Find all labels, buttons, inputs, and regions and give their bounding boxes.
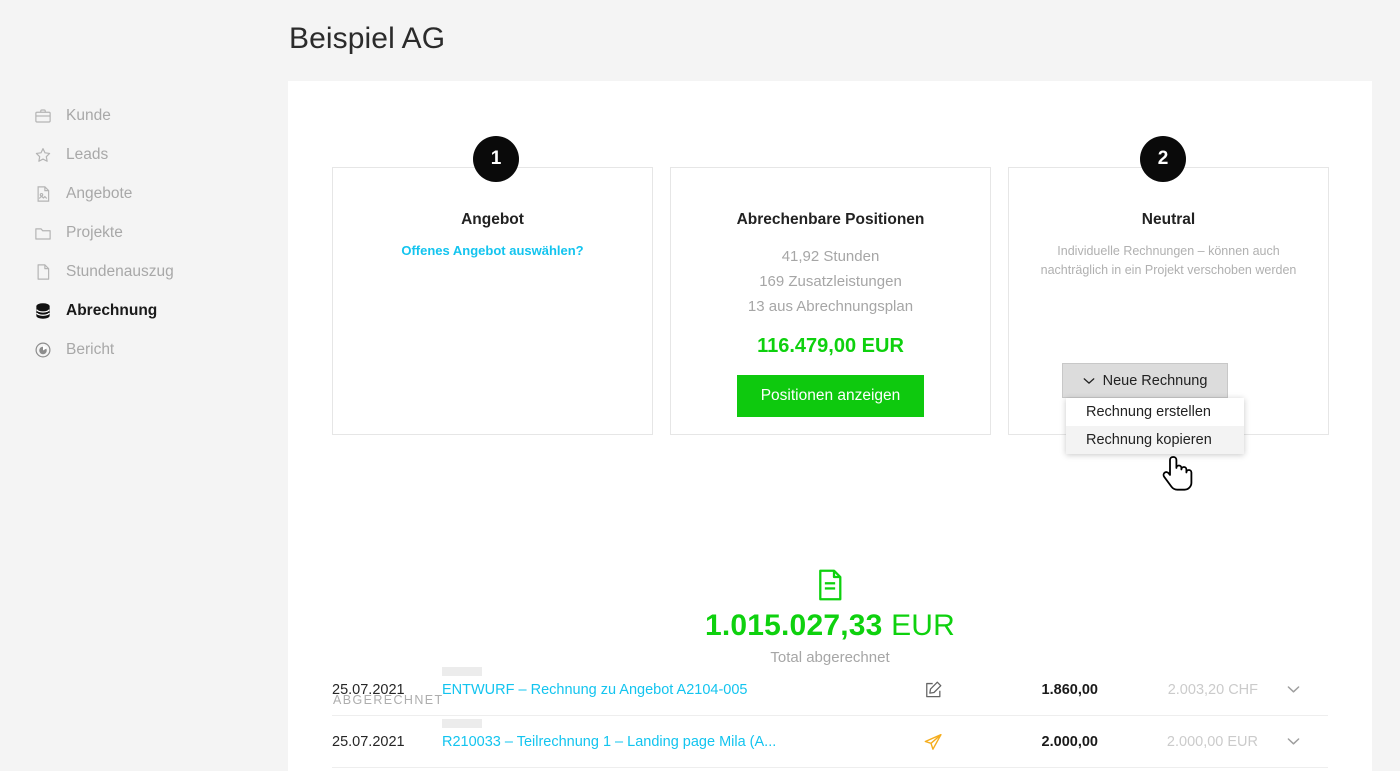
sidebar-item-label: Angebote — [66, 184, 133, 202]
row-date: 25.07.2021 — [332, 733, 405, 750]
total-block: 1.015.027,33 EUR Total abgerechnet — [288, 569, 1372, 666]
total-amount-number: 1.015.027,33 — [704, 609, 883, 642]
sidebar-item-stundenauszug[interactable]: Stundenauszug — [34, 252, 264, 291]
row-currency-amount: 2.003,20 CHF — [1167, 681, 1258, 698]
stat-extras: 169 Zusatzleistungen — [759, 273, 902, 290]
sidebar-item-angebote[interactable]: Angebote — [34, 174, 264, 213]
chevron-down-icon[interactable] — [1258, 685, 1328, 694]
row-skeleton-bar — [442, 667, 482, 676]
table-row[interactable]: 25.07.2021 ENTWURF – Rechnung zu Angebot… — [332, 664, 1328, 716]
page-title: Beispiel AG — [289, 22, 446, 55]
row-title-link[interactable]: ENTWURF – Rechnung zu Angebot A2104-005 — [442, 682, 888, 698]
card-abrechenbare-positionen: Abrechenbare Positionen 41,92 Stunden 16… — [670, 167, 991, 435]
invoice-list: 25.07.2021 ENTWURF – Rechnung zu Angebot… — [332, 664, 1328, 771]
sidebar-item-label: Abrechnung — [66, 301, 158, 319]
row-amount: 2.000,00 — [1041, 733, 1098, 750]
sidebar-item-leads[interactable]: Leads — [34, 135, 264, 174]
green-document-icon — [288, 569, 1372, 606]
app-root: Kunde Leads Angebote Projekte Stundenaus… — [0, 0, 1400, 771]
mouse-cursor-hand-icon — [1162, 455, 1196, 502]
total-amount: 1.015.027,33 EUR — [288, 609, 1372, 643]
document-image-icon — [34, 185, 52, 203]
report-circle-icon — [34, 341, 52, 359]
database-icon — [34, 302, 52, 320]
stat-plan: 13 aus Abrechnungsplan — [747, 298, 914, 315]
show-positions-button[interactable]: Positionen anzeigen — [736, 375, 925, 417]
sidebar-nav: Kunde Leads Angebote Projekte Stundenaus… — [34, 96, 264, 369]
new-invoice-button-label: Neue Rechnung — [1102, 372, 1208, 389]
card-amount: 116.479,00 EUR — [757, 335, 904, 357]
card-description: Individuelle Rechnungen – können auch na… — [1040, 244, 1297, 277]
star-icon — [34, 146, 52, 164]
card-title: Angebot — [461, 211, 524, 228]
sidebar-item-label: Kunde — [66, 106, 111, 124]
sidebar-item-bericht[interactable]: Bericht — [34, 330, 264, 369]
new-invoice-button[interactable]: Neue Rechnung — [1062, 363, 1228, 398]
edit-icon[interactable] — [888, 680, 978, 699]
card-angebot[interactable]: Angebot Offenes Angebot auswählen? — [332, 167, 653, 435]
card-stats: 41,92 Stunden 169 Zusatzleistungen 13 au… — [671, 244, 990, 319]
step-badge-1: 1 — [473, 136, 519, 182]
row-amount: 1.860,00 — [1041, 681, 1098, 698]
menu-item-rechnung-kopieren[interactable]: Rechnung kopieren — [1066, 426, 1244, 454]
sidebar-item-label: Leads — [66, 145, 109, 163]
sidebar-item-projekte[interactable]: Projekte — [34, 213, 264, 252]
page-icon — [34, 263, 52, 281]
new-invoice-dropdown: Neue Rechnung Rechnung erstellen Rechnun… — [1062, 363, 1244, 454]
row-currency-amount: 2.000,00 EUR — [1166, 733, 1258, 750]
sidebar-item-kunde[interactable]: Kunde — [34, 96, 264, 135]
card-title: Neutral — [1141, 211, 1196, 228]
menu-item-rechnung-erstellen[interactable]: Rechnung erstellen — [1066, 398, 1244, 426]
sidebar-item-abrechnung[interactable]: Abrechnung — [34, 291, 264, 330]
select-open-offer-link[interactable]: Offenes Angebot auswählen? — [333, 243, 652, 258]
folder-icon — [34, 224, 52, 242]
sidebar-item-label: Stundenauszug — [66, 262, 174, 280]
table-row[interactable]: 25.07.2021 R210033 – Teilrechnung 1 – La… — [332, 716, 1328, 768]
step-badge-2: 2 — [1140, 136, 1186, 182]
chevron-down-icon — [1083, 373, 1095, 389]
row-skeleton-bar — [442, 719, 482, 728]
sidebar-item-label: Bericht — [66, 340, 115, 358]
sidebar: Kunde Leads Angebote Projekte Stundenaus… — [0, 0, 288, 771]
new-invoice-menu: Rechnung erstellen Rechnung kopieren — [1066, 398, 1244, 454]
briefcase-icon — [34, 107, 52, 125]
chevron-down-icon[interactable] — [1258, 737, 1328, 746]
row-date: 25.07.2021 — [332, 681, 405, 698]
card-title: Abrechenbare Positionen — [736, 211, 925, 228]
sidebar-item-label: Projekte — [66, 223, 123, 241]
send-icon[interactable] — [888, 732, 978, 752]
row-title-link[interactable]: R210033 – Teilrechnung 1 – Landing page … — [442, 734, 888, 750]
stat-hours: 41,92 Stunden — [781, 248, 880, 265]
total-amount-currency: EUR — [891, 609, 956, 642]
